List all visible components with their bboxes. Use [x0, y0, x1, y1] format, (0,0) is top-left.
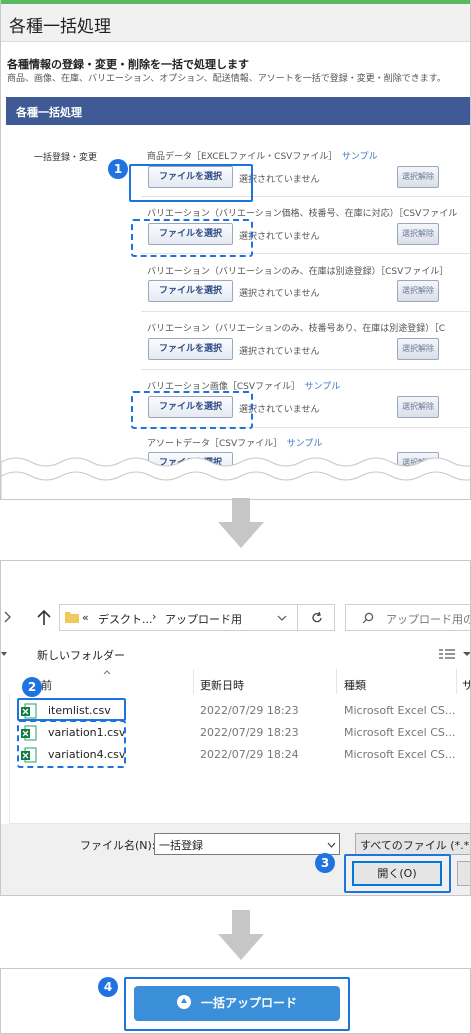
- highlight-variation-files: [17, 720, 126, 768]
- file-type: Microsoft Excel CS...: [344, 704, 456, 717]
- step-2-badge: 2: [22, 677, 42, 697]
- clear-selection-button[interactable]: 選択解除: [397, 396, 439, 418]
- page-title: 各種一括処理: [9, 17, 111, 37]
- column-name[interactable]: 前: [41, 677, 52, 693]
- breadcrumb-prefix: «: [82, 611, 89, 624]
- filename-input[interactable]: 一括登録: [154, 833, 340, 855]
- column-divider: [193, 669, 194, 694]
- section-header-label: 各種一括処理: [16, 106, 82, 119]
- folder-icon: [65, 612, 79, 623]
- sample-link[interactable]: サンプル: [305, 382, 341, 392]
- section-header-bar: 各種一括処理: [6, 97, 470, 125]
- choose-file-button[interactable]: ファイルを選択: [148, 280, 233, 302]
- chevron-down-icon[interactable]: [277, 614, 287, 622]
- row-divider: [141, 311, 470, 312]
- chevron-icon[interactable]: [3, 611, 11, 623]
- breadcrumb-separator: ›: [152, 610, 157, 623]
- column-divider: [456, 669, 457, 694]
- upload-row-label: バリエーション（バリエーションのみ、在庫は別途登録）［CSVファイル］: [147, 267, 449, 277]
- step-2-highlight: [17, 698, 126, 721]
- filetype-select[interactable]: すべてのファイル (*.*): [355, 833, 471, 855]
- sort-indicator-icon: [103, 670, 111, 675]
- highlight-variation4: [131, 391, 253, 429]
- step-1-highlight: [129, 164, 253, 202]
- step-3-badge: 3: [315, 853, 335, 873]
- down-arrow-icon: [218, 498, 264, 548]
- file-type: Microsoft Excel CS...: [344, 726, 456, 739]
- column-type[interactable]: 種類: [344, 677, 366, 693]
- filename-label: ファイル名(N):: [80, 839, 156, 852]
- upload-row-label: 商品データ［EXCELファイル・CSVファイル］ サンプル: [147, 152, 378, 162]
- open-button[interactable]: 開く(O): [352, 861, 442, 886]
- bulk-upload-label: 一括アップロード: [200, 996, 297, 1010]
- search-box[interactable]: アップロード用の検: [345, 604, 470, 631]
- bulk-register-label: 一括登録・変更: [34, 153, 98, 163]
- breadcrumb-current[interactable]: アップロード用: [165, 611, 242, 627]
- clear-selection-button[interactable]: 選択解除: [397, 280, 439, 302]
- address-divider: [297, 605, 298, 630]
- upload-row-label: バリエーション（バリエーションのみ、枝番号あり、在庫は別途登録）［C: [147, 324, 446, 334]
- search-icon: [362, 612, 374, 624]
- caret-icon[interactable]: [1, 651, 7, 657]
- down-arrow-icon: [218, 910, 264, 960]
- search-placeholder: アップロード用の検: [386, 613, 470, 626]
- file-date: 2022/07/29 18:24: [200, 748, 299, 761]
- column-divider: [336, 669, 337, 694]
- row-divider: [141, 369, 470, 370]
- clear-selection-button[interactable]: 選択解除: [397, 223, 439, 245]
- step-1-badge: 1: [108, 159, 128, 179]
- filename-value: 一括登録: [159, 839, 203, 852]
- column-size[interactable]: サ: [462, 677, 470, 693]
- step-4-badge: 4: [98, 977, 118, 997]
- no-file-selected-text: 選択されていません: [239, 289, 320, 299]
- chevron-down-icon[interactable]: [327, 842, 336, 848]
- clear-selection-button[interactable]: 選択解除: [397, 338, 439, 360]
- column-date[interactable]: 更新日時: [200, 677, 244, 693]
- up-arrow-icon[interactable]: [37, 610, 51, 626]
- upload-row-label: バリエーション（バリエーション価格、枝番号、在庫に対応）［CSVファイル: [147, 209, 458, 219]
- highlight-variation1: [131, 219, 253, 257]
- caret-icon[interactable]: [463, 651, 471, 657]
- refresh-icon[interactable]: [310, 611, 324, 625]
- new-folder-button[interactable]: 新しいフォルダー: [37, 647, 125, 663]
- address-bar[interactable]: « デスクト... › アップロード用: [59, 604, 335, 631]
- no-file-selected-text: 選択されていません: [239, 347, 320, 357]
- breadcrumb-parent[interactable]: デスクト...: [98, 611, 153, 627]
- view-options-icon[interactable]: [438, 648, 456, 660]
- torn-edge: [1, 457, 470, 499]
- bulk-upload-button[interactable]: 一括アップロード: [134, 986, 340, 1021]
- file-open-dialog: « デスクト... › アップロード用 アップロード用の検 新しいフォルダー 前…: [0, 560, 471, 896]
- file-type: Microsoft Excel CS...: [344, 748, 456, 761]
- clear-selection-button[interactable]: 選択解除: [397, 166, 439, 188]
- page-subtitle: 各種情報の登録・変更・削除を一括で処理します: [7, 58, 249, 71]
- page-header: 各種一括処理: [1, 4, 470, 42]
- file-date: 2022/07/29 18:23: [200, 704, 299, 717]
- filetype-value: すべてのファイル (*.*): [360, 839, 471, 852]
- choose-file-button[interactable]: ファイルを選択: [148, 338, 233, 360]
- upload-icon: [176, 995, 191, 1009]
- page-description: 商品、画像、在庫、バリエーション、オプション、配送情報、アソートを一括で登録・変…: [7, 74, 446, 84]
- upload-panel: 4 一括アップロード: [0, 968, 471, 1034]
- file-date: 2022/07/29 18:23: [200, 726, 299, 739]
- cancel-button[interactable]: [457, 861, 470, 886]
- bulk-processing-panel: 各種一括処理 各種情報の登録・変更・削除を一括で処理します 商品、画像、在庫、バ…: [0, 0, 471, 500]
- sample-link[interactable]: サンプル: [342, 152, 378, 162]
